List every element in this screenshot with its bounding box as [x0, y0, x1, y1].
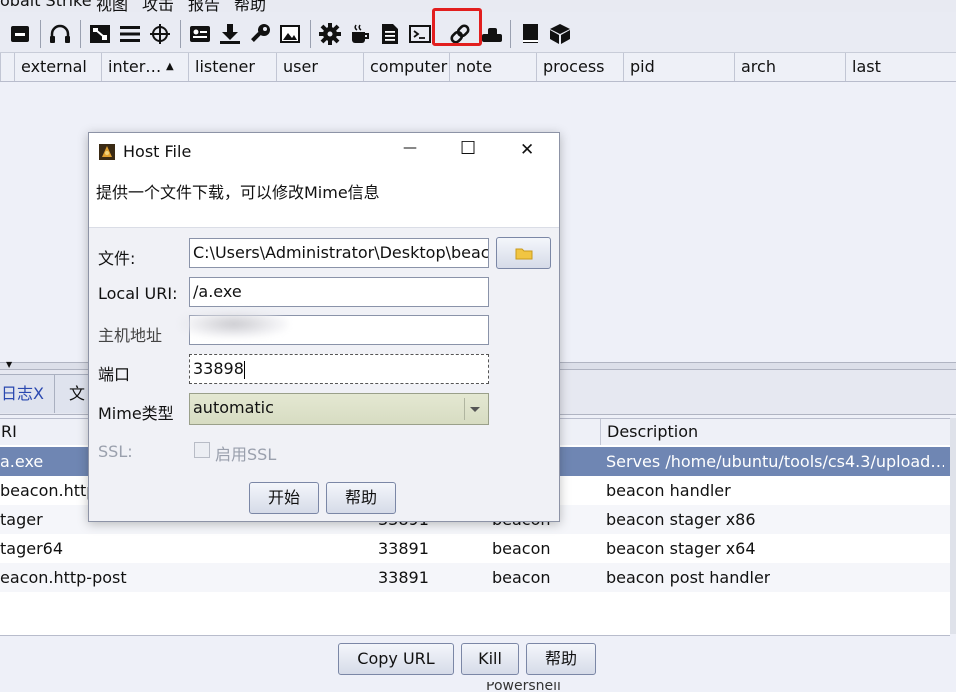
list-icon[interactable] [118, 22, 142, 46]
sort-ascending-icon: ▲ [166, 61, 174, 72]
cell-type: beacon [492, 568, 551, 587]
close-icon[interactable]: ✕ [520, 140, 534, 160]
text-caret [243, 360, 245, 379]
mime-label: Mime类型 [98, 404, 174, 423]
dialog-description-text: 提供一个文件下载，可以修改Mime信息 [96, 183, 380, 202]
cell-description: beacon handler [606, 481, 731, 500]
file-path-input[interactable]: C:\Users\Administrator\Desktop\beac [189, 238, 489, 268]
headphones-icon[interactable] [48, 22, 72, 46]
menu-reporting[interactable]: 报告 [188, 0, 220, 12]
port-input[interactable]: 33898 [189, 354, 489, 384]
partial-tab-powershell[interactable]: Powershell [486, 682, 586, 692]
ssl-checkbox-label: 启用SSL [215, 445, 277, 464]
dialog-help-button[interactable]: 帮助 [326, 482, 396, 514]
tab-event-log[interactable]: 日志X [0, 374, 59, 413]
col-external[interactable]: external [14, 53, 102, 81]
cell-uri: tager [0, 510, 43, 529]
col-computer[interactable]: computer [363, 53, 450, 81]
document-icon[interactable] [378, 22, 402, 46]
col-last[interactable]: last [845, 53, 956, 81]
start-button[interactable]: 开始 [249, 482, 319, 514]
host-file-dialog: Host File — ☐ ✕ 提供一个文件下载，可以修改Mime信息 文件: … [88, 132, 560, 522]
cell-port: 33891 [378, 568, 429, 587]
dialog-titlebar[interactable]: Host File — ☐ ✕ [89, 133, 559, 171]
col-process[interactable]: process [536, 53, 624, 81]
col-internal[interactable]: inter… ▲ [101, 53, 188, 81]
table-row[interactable]: tager64 33891 beacon beacon stager x64 [0, 534, 950, 563]
sessions-table-header: external inter… ▲ listener user computer… [0, 53, 956, 82]
col-arch[interactable]: arch [734, 53, 845, 81]
folder-icon [515, 248, 532, 260]
col-pid[interactable]: pid [623, 53, 734, 81]
menu-attacks[interactable]: 攻击 [142, 0, 174, 12]
mime-type-value: automatic [193, 398, 274, 417]
dialog-description: 提供一个文件下载，可以修改Mime信息 [89, 171, 559, 228]
cell-uri: eacon.http-post [0, 568, 127, 587]
cobalt-strike-app-icon [99, 144, 115, 160]
cell-uri: a.exe [0, 452, 44, 471]
port-value: 33898 [193, 359, 244, 378]
col-internal-label: inter… [108, 57, 162, 76]
picture-icon[interactable] [278, 22, 302, 46]
cell-uri: beacon.http- [0, 481, 103, 500]
minus-icon[interactable] [8, 22, 32, 46]
chevron-down-icon[interactable] [464, 398, 485, 420]
collapse-arrow-icon[interactable]: ▼ [6, 360, 12, 369]
highlight-box [432, 8, 482, 46]
port-label: 端口 [98, 365, 131, 384]
book-icon[interactable] [518, 22, 542, 46]
terminal-icon[interactable] [408, 22, 432, 46]
download-icon[interactable] [218, 22, 242, 46]
kill-button[interactable]: Kill [461, 643, 519, 675]
cell-description: beacon stager x86 [606, 510, 756, 529]
browse-folder-button[interactable] [496, 237, 551, 269]
cube-icon[interactable] [548, 22, 572, 46]
crosshair-icon[interactable] [148, 22, 172, 46]
local-uri-label: Local URI: [98, 284, 178, 303]
ssl-label: SSL: [98, 442, 133, 461]
col-note[interactable]: note [449, 53, 537, 81]
cloud-icon[interactable] [480, 22, 504, 46]
image-icon[interactable] [188, 22, 212, 46]
col-description[interactable]: Description [600, 419, 950, 445]
cell-description: Serves /home/ubuntu/tools/cs4.3/upload… [606, 452, 944, 471]
minimize-icon[interactable]: — [403, 140, 417, 156]
menu-view[interactable]: 视图 [96, 0, 128, 12]
menu-help[interactable]: 帮助 [234, 0, 266, 12]
gear-icon[interactable] [318, 22, 342, 46]
mime-type-select[interactable]: automatic [189, 393, 489, 425]
cell-description: beacon post handler [606, 568, 771, 587]
help-button[interactable]: 帮助 [526, 643, 596, 675]
cell-description: beacon stager x64 [606, 539, 756, 558]
host-label: 主机地址 [98, 326, 163, 345]
cell-type: beacon [492, 539, 551, 558]
key-icon[interactable] [248, 22, 272, 46]
menu-cobalt-strike[interactable]: obalt Strike [0, 0, 92, 10]
col-user[interactable]: user [276, 53, 364, 81]
local-uri-input[interactable]: /a.exe [189, 277, 489, 307]
graph-icon[interactable] [88, 22, 112, 46]
dialog-title: Host File [123, 142, 192, 161]
cell-port: 33891 [378, 539, 429, 558]
cell-uri: tager64 [0, 539, 64, 558]
ssl-checkbox[interactable] [194, 442, 210, 458]
coffee-icon[interactable] [348, 22, 372, 46]
vertical-scrollbar[interactable] [950, 418, 956, 634]
redaction-blur [180, 310, 288, 338]
maximize-icon[interactable]: ☐ [460, 138, 476, 159]
copy-url-button[interactable]: Copy URL [338, 643, 454, 675]
file-label: 文件: [98, 249, 136, 268]
table-row[interactable]: eacon.http-post 33891 beacon beacon post… [0, 563, 950, 592]
col-listener[interactable]: listener [188, 53, 276, 81]
